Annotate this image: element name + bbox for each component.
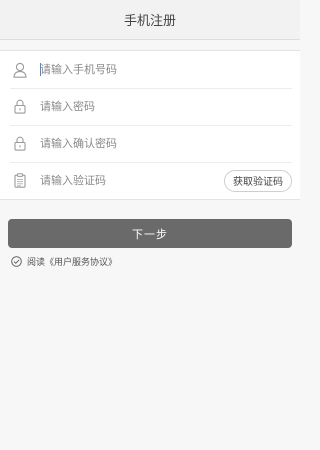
verification-code-row: 获取验证码 — [0, 162, 300, 199]
next-step-button[interactable]: 下一步 — [8, 219, 292, 248]
agreement-link[interactable]: 阅读《用户服务协议》 — [27, 255, 117, 268]
lock-icon — [0, 125, 40, 162]
lock-icon — [0, 88, 40, 125]
confirm-password-row — [0, 125, 300, 162]
password-input[interactable] — [40, 88, 300, 125]
confirm-password-input[interactable] — [40, 125, 300, 162]
registration-form: 获取验证码 — [0, 50, 300, 200]
check-circle-icon[interactable] — [11, 256, 22, 267]
user-icon — [0, 51, 40, 88]
password-row — [0, 88, 300, 125]
page-title: 手机注册 — [123, 14, 176, 29]
clipboard-icon — [0, 162, 40, 199]
phone-row — [0, 51, 300, 88]
phone-input[interactable] — [40, 51, 300, 88]
verification-code-input[interactable] — [40, 162, 224, 199]
get-code-button[interactable]: 获取验证码 — [224, 169, 292, 192]
text-cursor — [40, 63, 41, 76]
app-header: 手机注册 — [0, 0, 300, 40]
agreement-row[interactable]: 阅读《用户服务协议》 — [11, 255, 300, 268]
